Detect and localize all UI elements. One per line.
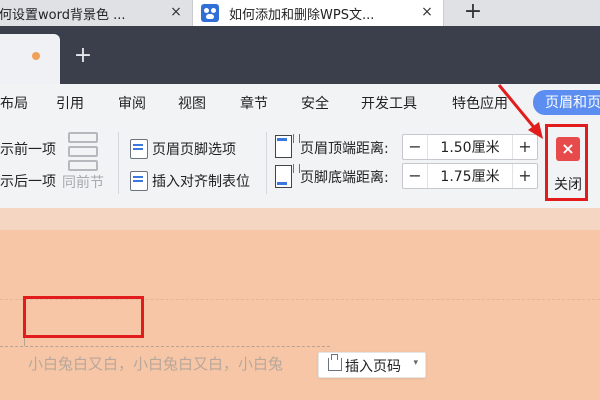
header-footer-options-button[interactable]: 页眉页脚选项 — [152, 139, 236, 159]
menu-developer[interactable]: 开发工具 — [361, 93, 417, 113]
menu-references[interactable]: 引用 — [56, 93, 84, 113]
insert-page-number-label: 插入页码 — [345, 359, 401, 375]
show-previous-button[interactable]: 显示前一项 — [0, 139, 56, 159]
insert-aligned-tab-button[interactable]: 插入对齐制表位 — [152, 171, 250, 191]
toolbar-divider — [266, 132, 267, 194]
browser-tab-word-bg[interactable]: 如何设置word背景色 ... × — [0, 0, 192, 26]
show-next-button[interactable]: 显示后一项 — [0, 171, 56, 191]
browser-tab-wps-help[interactable]: 如何添加和删除WPS文... × — [192, 0, 444, 26]
wps-new-tab-button[interactable]: + — [72, 45, 94, 68]
browser-tab-title: 如何设置word背景色 ... — [0, 7, 126, 23]
tab-close-icon[interactable]: × — [168, 4, 184, 20]
close-header-footer-button[interactable]: 关闭 — [554, 174, 582, 194]
menu-section[interactable]: 章节 — [240, 93, 268, 113]
footer-bottom-distance-input[interactable]: 1.75厘米 — [429, 166, 511, 186]
header-top-distance-icon — [275, 134, 300, 158]
header-top-distance-label: 页眉顶端距离: — [300, 141, 389, 157]
tab-close-icon[interactable]: × — [419, 4, 435, 20]
toolbar-divider — [118, 132, 119, 194]
browser-tab-title: 如何添加和删除WPS文... — [229, 7, 375, 23]
decrease-button[interactable]: − — [403, 164, 428, 188]
header-footer-options-icon — [130, 139, 148, 159]
unsaved-dot-icon — [32, 52, 40, 60]
increase-button[interactable]: + — [512, 164, 537, 188]
header-bottom-line — [0, 346, 330, 347]
header-highlight-box — [23, 296, 144, 338]
menu-layout[interactable]: 布局 — [0, 93, 28, 113]
insert-tab-stop-icon — [130, 171, 148, 191]
same-as-previous-icon — [68, 132, 98, 171]
new-tab-button[interactable]: + — [460, 0, 486, 26]
footer-bottom-distance-stepper: − 1.75厘米 + — [402, 163, 538, 189]
chevron-down-icon: ▾ — [413, 358, 418, 368]
footer-bottom-distance-label: 页脚底端距离: — [300, 170, 389, 186]
decrease-button[interactable]: − — [403, 135, 428, 159]
body-text: 小白兔白又白，小白兔白又白，小白兔 — [28, 355, 284, 373]
page-number-icon — [328, 354, 342, 371]
document-tab[interactable] — [0, 34, 60, 84]
baidu-paw-icon — [201, 4, 219, 22]
annotation-arrow-icon — [497, 84, 543, 139]
insert-page-number-button[interactable]: 插入页码 ▾ — [318, 352, 426, 378]
menu-review[interactable]: 审阅 — [118, 93, 146, 113]
menu-view[interactable]: 视图 — [178, 93, 206, 113]
menu-security[interactable]: 安全 — [301, 93, 329, 113]
wps-titlebar: + — [0, 26, 600, 84]
browser-tab-strip: 如何设置word背景色 ... × 如何添加和删除WPS文... × + — [0, 0, 600, 27]
same-as-previous-button[interactable]: 同前节 — [62, 172, 104, 192]
footer-bottom-distance-icon — [275, 164, 300, 188]
page-top-margin — [0, 208, 600, 230]
